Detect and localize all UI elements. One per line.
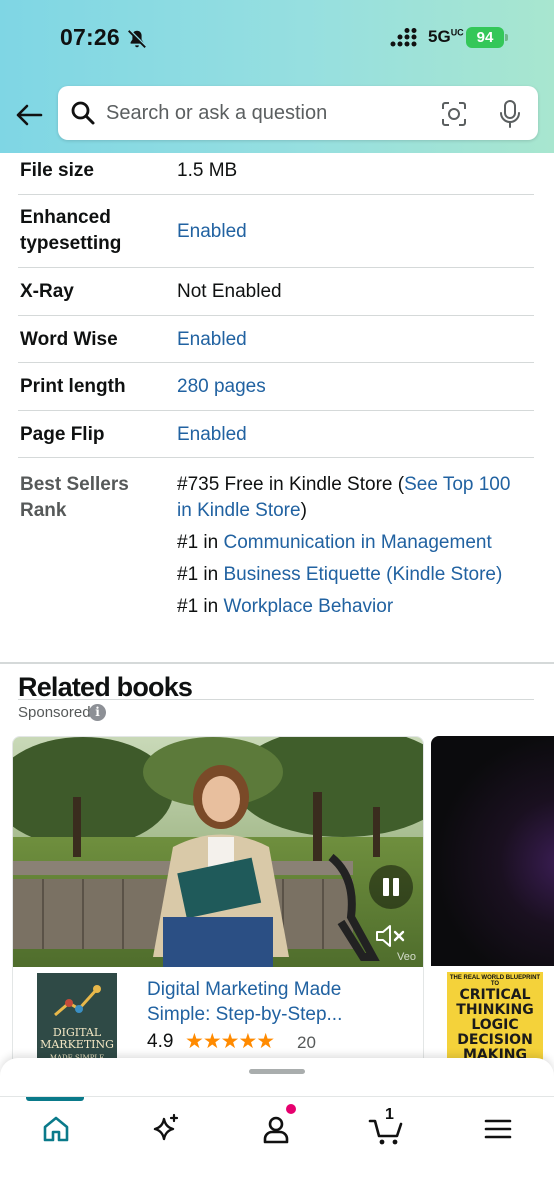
veo-watermark: Veo [397,951,416,963]
search-icon [71,101,95,125]
detail-row-print-length: Print length 280 pages [18,363,534,411]
sponsored-book-card[interactable]: Veo DIGITAL MARKETINGMADE SIMPLE Digital… [12,736,424,1066]
detail-label: Enhanced typesetting [20,207,122,254]
tab-bar [0,1096,554,1200]
menu-icon[interactable] [480,1111,516,1147]
section-divider [0,662,554,664]
video-ad[interactable] [13,737,424,967]
detail-label: Word Wise [20,329,118,350]
category-link[interactable]: Business Etiquette (Kindle Store) [223,564,502,585]
sponsored-book-card-2[interactable]: THE REAL WORLD BLUEPRINT TO CRITICAL THI… [431,736,554,1066]
bottom-sheet[interactable] [0,1058,554,1098]
book-cover[interactable]: DIGITAL MARKETINGMADE SIMPLE [37,973,117,1065]
rank-line: #1 in Business Etiquette (Kindle Store) [177,564,503,585]
best-sellers-list: #735 Free in Kindle Store (See Top 100 i… [177,472,517,620]
status-bar: 07:26 5GUC 94 [0,22,554,54]
detail-row-word-wise: Word Wise Enabled [18,316,534,363]
info-icon[interactable]: i [89,704,106,721]
category-link[interactable]: Communication in Management [223,532,491,553]
video-ad-2[interactable] [431,736,554,966]
rank-line: #735 Free in Kindle Store (See Top 100 i… [177,474,511,521]
book-title-link[interactable]: Digital Marketing Made Simple: Step-by-S… [147,977,407,1027]
detail-value-link[interactable]: Enabled [177,219,517,245]
drag-handle[interactable] [249,1069,305,1074]
account-icon[interactable] [258,1111,294,1147]
cover-title-2: CRITICAL THINKING LOGIC DECISION MAKING [456,987,534,1063]
detail-value: Not Enabled [177,281,282,302]
detail-value: 1.5 MB [177,160,238,181]
sponsored-label: Sponsored [18,704,91,721]
rating-value: 4.9 [147,1031,174,1052]
notification-badge [286,1104,296,1114]
home-icon[interactable] [38,1111,74,1147]
mute-icon[interactable] [375,923,407,949]
detail-value-link[interactable]: 280 pages [177,374,517,400]
camera-scan-icon[interactable] [440,100,468,128]
star-rating-icon: ★★★★★ [185,1030,275,1053]
cart-count: 1 [385,1106,394,1123]
header: 07:26 5GUC 94 Search or ask a question [0,0,554,153]
rank-line: #1 in Communication in Management [177,532,492,553]
detail-row-typesetting: Enhanced typesetting Enabled [18,195,534,268]
battery-level: 94 [466,27,504,48]
detail-row-xray: X-Ray Not Enabled [18,268,534,316]
search-input[interactable]: Search or ask a question [106,102,327,125]
detail-label: Best Sellers Rank [20,474,129,521]
microphone-icon[interactable] [498,99,522,129]
detail-value-link[interactable]: Enabled [177,422,517,448]
category-link[interactable]: Workplace Behavior [223,596,393,617]
detail-value-link[interactable]: Enabled [177,327,517,353]
related-books-heading: Related books [18,672,193,702]
status-time: 07:26 [60,24,120,50]
bell-slash-icon [128,29,147,48]
detail-label: File size [20,160,94,181]
rank-line: #1 in Workplace Behavior [177,596,394,617]
pause-button[interactable] [369,865,413,909]
signal-icon [390,28,417,47]
network-type: 5GUC [428,27,464,46]
rufus-sparkle-icon[interactable] [148,1111,184,1147]
battery-icon: 94 [466,27,508,48]
product-details: File size 1.5 MB Enhanced typesetting En… [0,153,554,700]
detail-row-file-size: File size 1.5 MB [18,153,534,195]
rating-count[interactable]: 20 [297,1033,316,1053]
detail-row-page-flip: Page Flip Enabled [18,411,534,458]
book-cover-2[interactable]: THE REAL WORLD BLUEPRINT TO CRITICAL THI… [447,972,543,1066]
detail-label: Page Flip [20,424,105,445]
search-bar[interactable]: Search or ask a question [58,86,538,140]
cover-graphic [54,985,101,1017]
detail-label: X-Ray [20,281,74,302]
active-tab-indicator [26,1097,84,1101]
back-arrow-icon[interactable] [14,100,44,130]
detail-label: Print length [20,376,126,397]
